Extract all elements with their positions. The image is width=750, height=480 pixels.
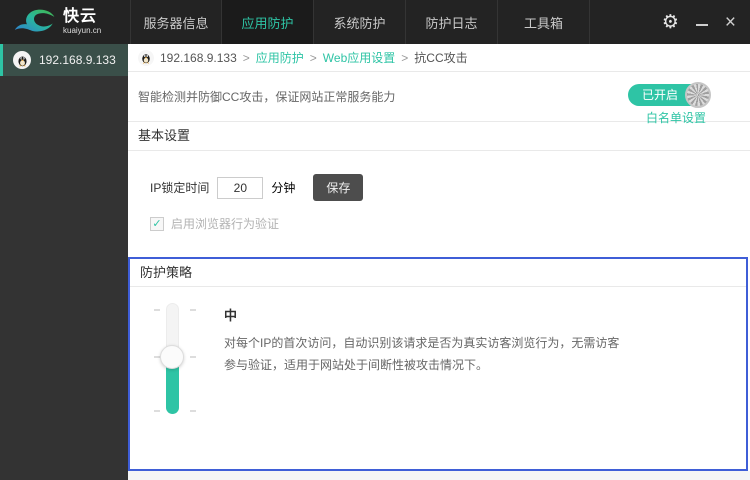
title-bar: 快云 kuaiyun.cn 服务器信息 应用防护 系统防护 防护日志 工具箱 ⚙…: [0, 0, 750, 44]
cc-protection-toggle[interactable]: 已开启: [627, 82, 711, 108]
kuaiyun-swirl-icon: [14, 7, 56, 38]
basic-settings-title: 基本设置: [128, 122, 750, 151]
whitelist-settings-link[interactable]: 白名单设置: [646, 109, 706, 126]
slider-tick-low-right: [190, 410, 196, 412]
minimize-icon[interactable]: [695, 14, 708, 26]
nav-toolbox[interactable]: 工具箱: [498, 0, 590, 44]
breadcrumb-server: 192.168.9.133: [160, 50, 237, 65]
ip-lock-time-input[interactable]: [217, 176, 264, 199]
app-logo: 快云 kuaiyun.cn: [0, 0, 130, 44]
ip-lock-time-label: IP锁定时间: [150, 181, 210, 195]
breadcrumb-separator: >: [242, 50, 250, 65]
protection-policy-title: 防护策略: [130, 259, 746, 287]
breadcrumb-separator: >: [309, 50, 317, 65]
slider-tick-mid-right: [190, 356, 196, 358]
feature-intro-row: 智能检测并防御CC攻击，保证网站正常服务能力 已开启 白名单设置: [128, 72, 750, 125]
bottom-spacer: [128, 471, 750, 480]
browser-verify-checkbox[interactable]: ✓: [150, 216, 164, 231]
protection-policy-panel: 防护策略 中 对每个IP的首次访问，自动识别该请求是否为真实访客浏览行为，无需访…: [128, 257, 748, 471]
policy-desc-line1: 对每个IP的首次访问，自动识别该请求是否为真实访客浏览行为，无需访客: [224, 336, 620, 350]
logo-subtitle: kuaiyun.cn: [63, 26, 102, 35]
policy-level-description: 中 对每个IP的首次访问，自动识别该请求是否为真实访客浏览行为，无需访客 参与验…: [224, 305, 704, 376]
gear-icon[interactable]: ⚙: [662, 13, 679, 32]
nav-server-info[interactable]: 服务器信息: [130, 0, 222, 44]
save-button[interactable]: 保存: [313, 174, 364, 201]
nav-protection-logs[interactable]: 防护日志: [406, 0, 498, 44]
slider-tick-high-right: [190, 309, 196, 311]
close-icon[interactable]: ×: [725, 13, 736, 32]
linux-tux-icon: [138, 49, 154, 66]
policy-level-value: 中: [224, 308, 238, 323]
nav-system-protection[interactable]: 系统防护: [314, 0, 406, 44]
server-sidebar: 192.168.9.133: [0, 44, 128, 480]
slider-tick-high-left: [154, 309, 160, 311]
feature-description: 智能检测并防御CC攻击，保证网站正常服务能力: [138, 90, 396, 104]
main-content: 192.168.9.133 > 应用防护 > Web应用设置 > 抗CC攻击 智…: [128, 44, 750, 480]
browser-verify-label: 启用浏览器行为验证: [171, 217, 280, 231]
server-ip-label: 192.168.9.133: [39, 53, 116, 67]
breadcrumb-app-protection[interactable]: 应用防护: [256, 49, 304, 66]
breadcrumb-anti-cc: 抗CC攻击: [414, 51, 468, 65]
logo-title: 快云: [63, 8, 98, 25]
sidebar-item-server[interactable]: 192.168.9.133: [0, 44, 128, 76]
toggle-knob-icon: [685, 82, 711, 108]
basic-settings-form: IP锁定时间 分钟 保存 ✓ 启用浏览器行为验证: [128, 151, 750, 257]
window-controls: ⚙ ×: [662, 0, 736, 44]
main-nav: 服务器信息 应用防护 系统防护 防护日志 工具箱: [130, 0, 590, 44]
breadcrumb: 192.168.9.133 > 应用防护 > Web应用设置 > 抗CC攻击: [128, 44, 750, 72]
breadcrumb-separator: >: [401, 50, 409, 65]
ip-lock-unit-label: 分钟: [271, 181, 296, 195]
nav-app-protection[interactable]: 应用防护: [222, 0, 314, 44]
linux-tux-icon: [13, 51, 31, 69]
breadcrumb-web-app-settings[interactable]: Web应用设置: [323, 49, 395, 66]
policy-desc-line2: 参与验证，适用于网站处于间断性被攻击情况下。: [224, 358, 489, 372]
policy-level-slider-handle[interactable]: [160, 345, 184, 369]
slider-tick-low-left: [154, 410, 160, 412]
status-on-label: 已开启: [641, 88, 678, 102]
